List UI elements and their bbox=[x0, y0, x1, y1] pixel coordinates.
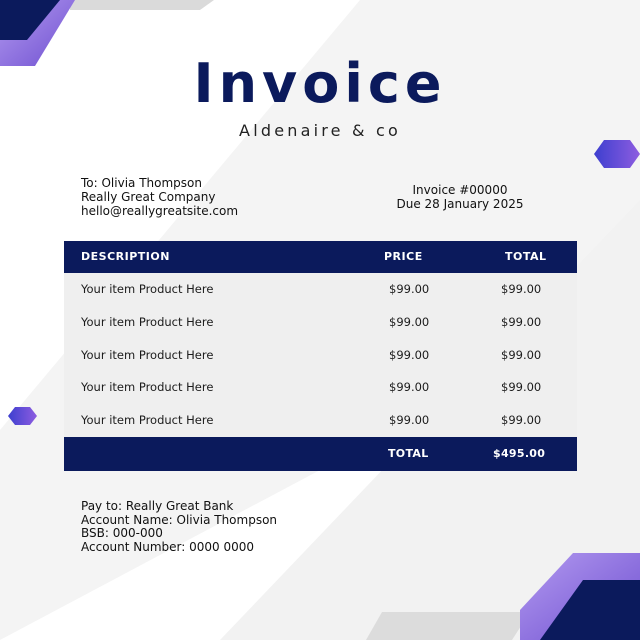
row-total: $99.00 bbox=[501, 347, 542, 362]
table-header: DESCRIPTION PRICE TOTAL bbox=[64, 241, 577, 273]
row-description: Your item Product Here bbox=[81, 413, 214, 428]
row-price: $99.00 bbox=[389, 282, 430, 296]
bill-to-email: hello@reallygreatsite.com bbox=[81, 204, 239, 218]
table-body: Your item Product Here $99.00 $99.00 You… bbox=[64, 273, 577, 437]
header-total: TOTAL bbox=[505, 250, 547, 263]
header-description: DESCRIPTION bbox=[81, 250, 170, 263]
row-description: Your item Product Here bbox=[81, 380, 214, 395]
invoice-table: DESCRIPTION PRICE TOTAL Your item Produc… bbox=[64, 241, 577, 471]
bill-to-block: To: Olivia Thompson Really Great Company… bbox=[81, 176, 238, 218]
bsb: BSB: 000-000 bbox=[81, 526, 163, 541]
table-row: Your item Product Here $99.00 $99.00 bbox=[64, 339, 577, 372]
header-price: PRICE bbox=[384, 250, 423, 263]
row-total: $99.00 bbox=[501, 380, 542, 395]
invoice-due-date: Due 28 January 2025 bbox=[396, 197, 524, 211]
invoice-info: Invoice #00000 Due 28 January 2025 bbox=[370, 183, 550, 211]
row-description: Your item Product Here bbox=[81, 314, 214, 329]
row-total: $99.00 bbox=[501, 314, 542, 329]
account-number: Account Number: 0000 0000 bbox=[81, 540, 255, 555]
pay-to: Pay to: Really Great Bank bbox=[81, 499, 234, 513]
table-row: Your item Product Here $99.00 $99.00 bbox=[64, 371, 577, 404]
row-price: $99.00 bbox=[389, 413, 430, 428]
top-gray-bar bbox=[70, 0, 214, 10]
footer-total-label: TOTAL bbox=[388, 446, 429, 460]
row-price: $99.00 bbox=[389, 347, 430, 362]
row-price: $99.00 bbox=[389, 314, 430, 329]
table-footer: TOTAL $495.00 bbox=[64, 436, 577, 471]
row-description: Your item Product Here bbox=[81, 282, 214, 296]
row-description: Your item Product Here bbox=[81, 347, 214, 362]
company-name: Aldenaire & co bbox=[239, 121, 401, 140]
invoice-title: Invoice bbox=[193, 52, 447, 115]
account-name: Account Name: Olivia Thompson bbox=[81, 512, 278, 527]
table-row: Your item Product Here $99.00 $99.00 bbox=[64, 404, 577, 437]
table-row: Your item Product Here $99.00 $99.00 bbox=[64, 273, 577, 306]
bottom-gray-bar bbox=[366, 612, 530, 640]
footer-total-amount: $495.00 bbox=[493, 446, 546, 460]
bill-to-name: To: Olivia Thompson bbox=[81, 176, 202, 190]
bill-to-company: Really Great Company bbox=[81, 190, 216, 204]
invoice-number: Invoice #00000 bbox=[412, 183, 508, 197]
row-total: $99.00 bbox=[501, 282, 542, 296]
row-price: $99.00 bbox=[389, 380, 430, 395]
row-total: $99.00 bbox=[501, 413, 542, 428]
table-row: Your item Product Here $99.00 $99.00 bbox=[64, 306, 577, 339]
payment-details: Pay to: Really Great Bank Account Name: … bbox=[81, 499, 278, 555]
